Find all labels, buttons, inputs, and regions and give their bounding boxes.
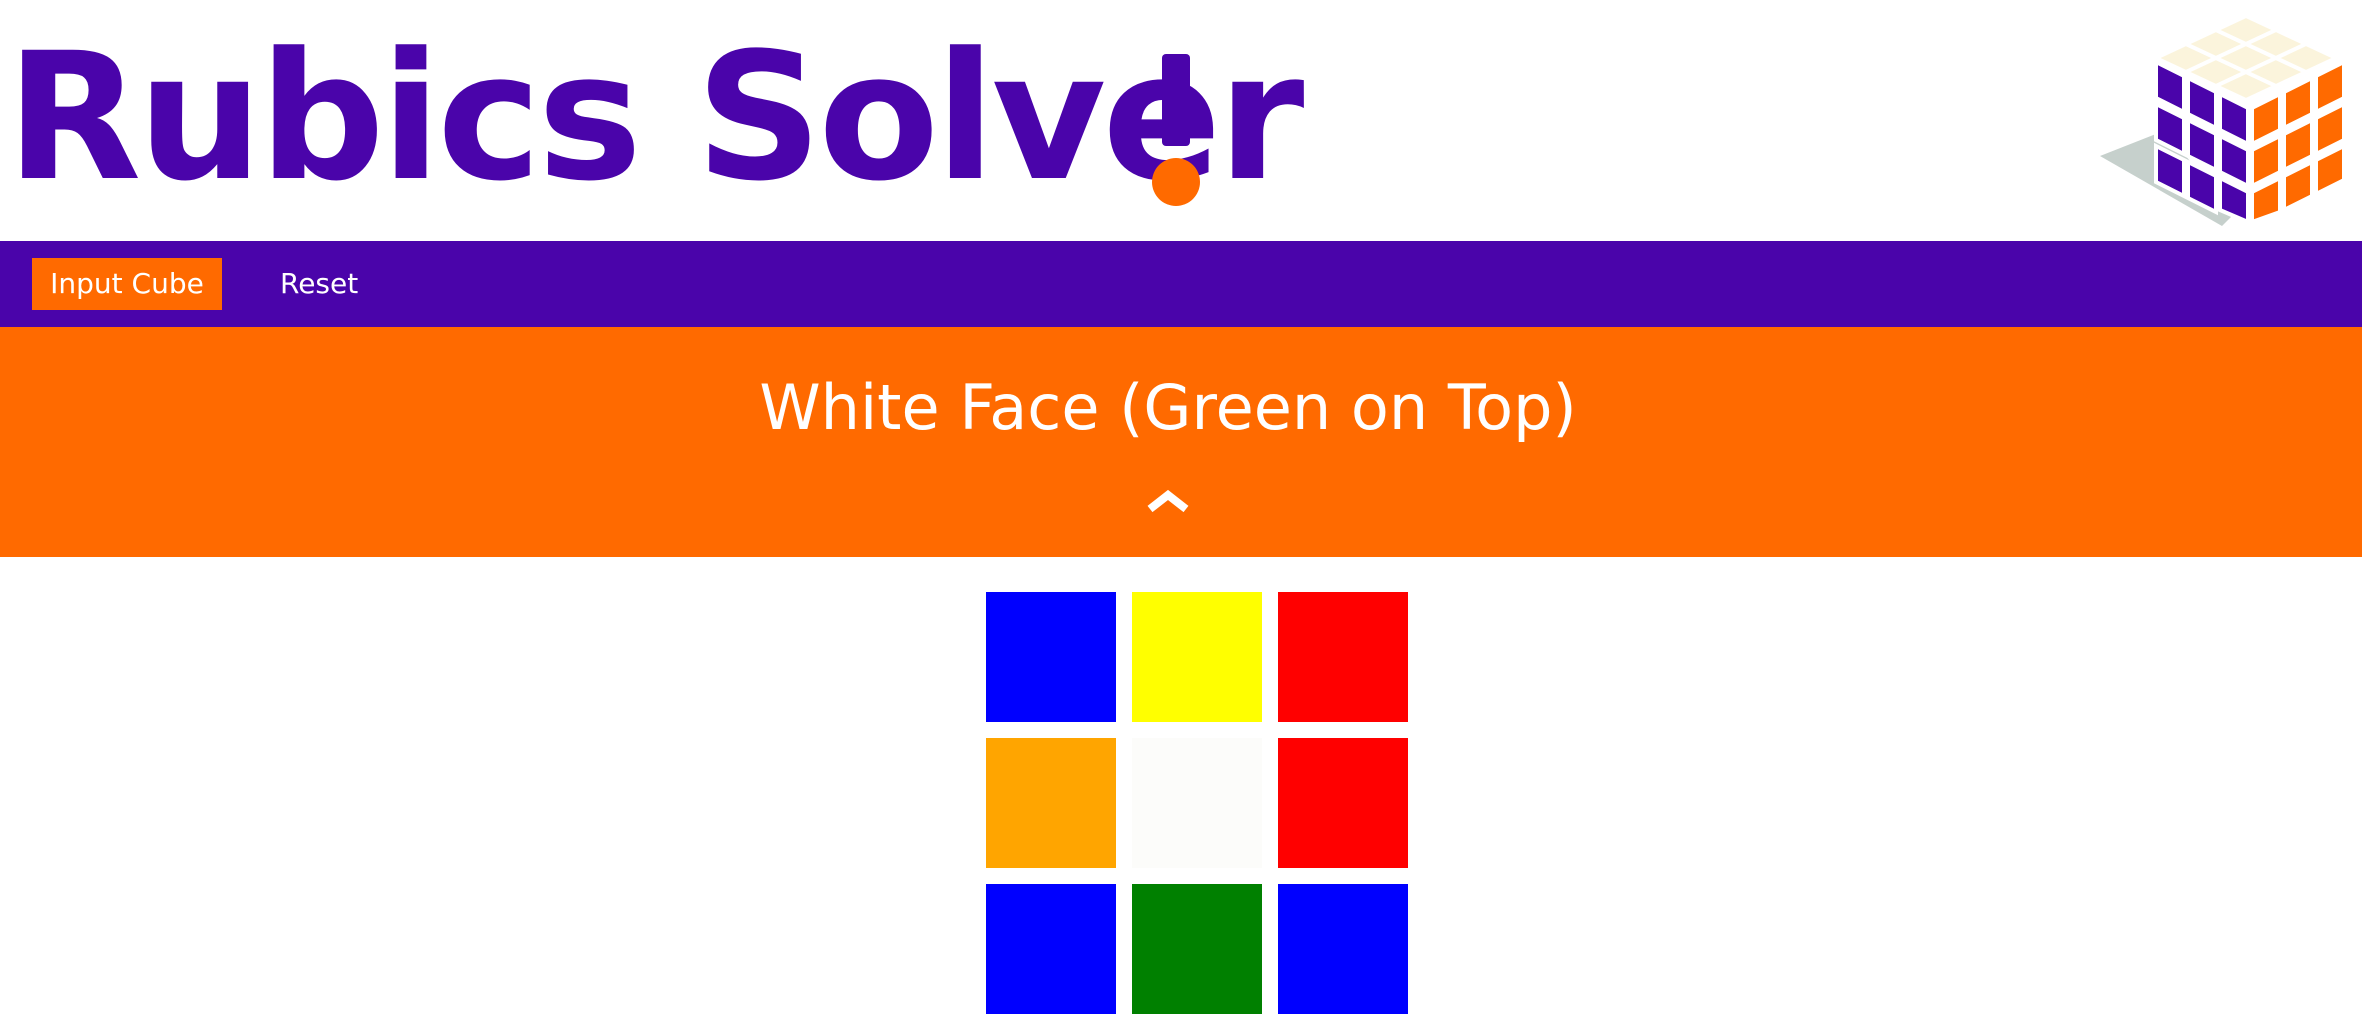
face-cell-red[interactable] (1278, 738, 1408, 868)
cube-face-grid (986, 592, 1410, 1016)
page: Rubics Solver Input Cube Reset White Fac… (0, 0, 2362, 1023)
reset-button[interactable]: Reset (262, 258, 376, 310)
input-cube-button[interactable]: Input Cube (32, 258, 222, 310)
app-title: Rubics Solver (6, 15, 1304, 220)
face-cell-green[interactable] (1132, 884, 1262, 1014)
face-cell-orange[interactable] (986, 738, 1116, 868)
face-cell-red[interactable] (1278, 592, 1408, 722)
exclamation-bar (1162, 54, 1190, 146)
face-cell-blue[interactable] (1278, 884, 1408, 1014)
exclamation-mark-icon (1148, 54, 1204, 206)
header: Rubics Solver (0, 0, 2362, 241)
nav-bar: Input Cube Reset (0, 241, 2362, 327)
face-cell-yellow[interactable] (1132, 592, 1262, 722)
face-banner: White Face (Green on Top) (0, 327, 2362, 557)
face-title: White Face (Green on Top) (759, 371, 1577, 444)
face-cell-blue[interactable] (986, 592, 1116, 722)
chevron-up-icon[interactable] (1146, 485, 1190, 515)
rubiks-cube-icon (2100, 13, 2346, 226)
face-cell-white[interactable] (1132, 738, 1262, 868)
face-cell-blue[interactable] (986, 884, 1116, 1014)
exclamation-dot (1152, 158, 1200, 206)
